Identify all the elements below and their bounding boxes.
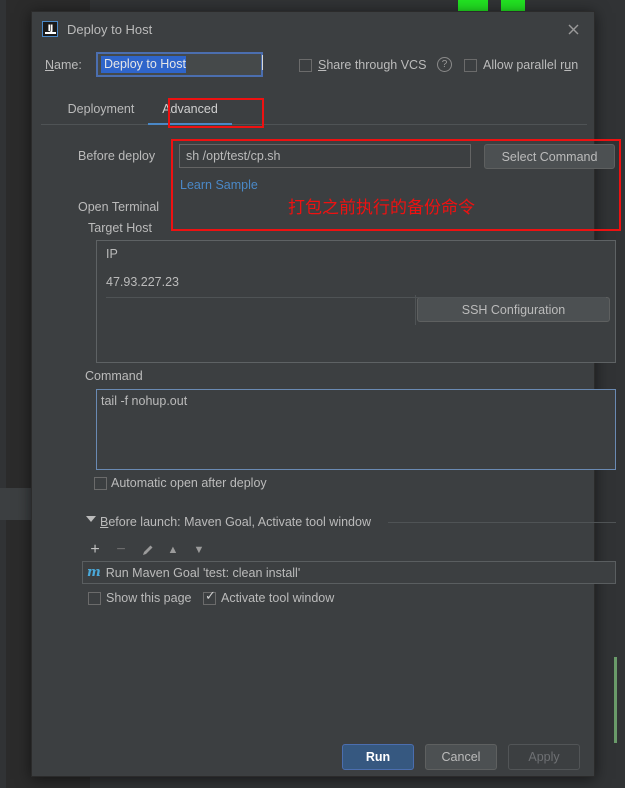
- before-deploy-input[interactable]: sh /opt/test/cp.sh: [179, 144, 471, 168]
- remove-icon[interactable]: −: [108, 539, 134, 561]
- automatic-open-after-deploy-label[interactable]: Automatic open after deploy: [111, 476, 267, 490]
- share-through-vcs-checkbox[interactable]: [299, 59, 312, 72]
- cancel-button[interactable]: Cancel: [425, 744, 497, 770]
- maven-icon: m: [87, 565, 101, 580]
- table-column-header-ip: IP: [106, 247, 118, 261]
- tab-selected-underline: [148, 123, 232, 125]
- before-launch-list[interactable]: m Run Maven Goal 'test: clean install': [82, 561, 616, 584]
- show-this-page-label[interactable]: Show this page: [106, 591, 191, 605]
- text-caret: [262, 55, 263, 70]
- close-icon[interactable]: [552, 12, 594, 46]
- allow-parallel-run-label[interactable]: Allow parallel run: [483, 58, 578, 72]
- intellij-logo-icon: IJ: [42, 21, 58, 37]
- before-launch-toolbar: + − ▲ ▼: [82, 539, 222, 561]
- target-host-label: Target Host: [88, 221, 152, 235]
- dialog-titlebar: IJ Deploy to Host: [32, 12, 594, 46]
- apply-button[interactable]: Apply: [508, 744, 580, 770]
- ssh-configuration-button[interactable]: SSH Configuration: [417, 297, 610, 322]
- move-down-icon[interactable]: ▼: [186, 539, 212, 561]
- tab-bar: Deployment Advanced: [32, 94, 596, 126]
- run-button[interactable]: Run: [342, 744, 414, 770]
- name-label: Name:: [45, 58, 82, 72]
- select-command-button[interactable]: Select Command: [484, 144, 615, 169]
- before-deploy-label: Before deploy: [78, 149, 156, 163]
- move-up-icon[interactable]: ▲: [160, 539, 186, 561]
- tab-separator: [41, 124, 587, 125]
- table-row[interactable]: 47.93.227.23 SSH Configuration: [97, 268, 615, 325]
- dialog-title: Deploy to Host: [67, 21, 153, 37]
- chevron-down-icon[interactable]: [86, 516, 96, 522]
- deploy-to-host-dialog: IJ Deploy to Host Name: Deploy to Host S…: [31, 11, 621, 777]
- allow-parallel-run-checkbox[interactable]: [464, 59, 477, 72]
- table-column-divider: [415, 295, 416, 325]
- tab-advanced[interactable]: Advanced: [146, 94, 234, 124]
- activate-tool-window-label[interactable]: Activate tool window: [221, 591, 334, 605]
- activate-tool-window-checkbox[interactable]: [203, 589, 216, 605]
- show-this-page-checkbox[interactable]: [88, 592, 101, 605]
- command-label: Command: [85, 369, 143, 383]
- list-item: Run Maven Goal 'test: clean install': [105, 565, 301, 580]
- name-input[interactable]: Deploy to Host: [96, 52, 263, 77]
- open-terminal-label: Open Terminal: [78, 200, 160, 214]
- command-value: tail -f nohup.out: [101, 394, 188, 408]
- name-input-value: Deploy to Host: [101, 56, 186, 73]
- share-through-vcs-label[interactable]: Share through VCS: [318, 58, 426, 72]
- pencil-edit-icon[interactable]: [134, 539, 160, 561]
- before-launch-separator: [388, 522, 616, 523]
- help-icon[interactable]: ?: [437, 57, 452, 72]
- table-cell-ip: 47.93.227.23: [106, 275, 179, 289]
- scrollbar-marker[interactable]: [614, 657, 617, 743]
- tab-deployment[interactable]: Deployment: [56, 94, 146, 124]
- automatic-open-after-deploy-checkbox[interactable]: [94, 477, 107, 490]
- target-host-table[interactable]: IP 47.93.227.23 SSH Configuration: [96, 240, 616, 363]
- annotation-text: 打包之前执行的备份命令: [288, 198, 475, 218]
- add-icon[interactable]: +: [82, 539, 108, 561]
- name-row: Name: Deploy to Host Share through VCS ?…: [32, 52, 596, 82]
- table-row-divider: [106, 297, 606, 298]
- learn-sample-link[interactable]: Learn Sample: [180, 178, 258, 192]
- before-launch-title[interactable]: Before launch: Maven Goal, Activate tool…: [100, 515, 371, 529]
- command-textarea[interactable]: tail -f nohup.out: [96, 389, 616, 470]
